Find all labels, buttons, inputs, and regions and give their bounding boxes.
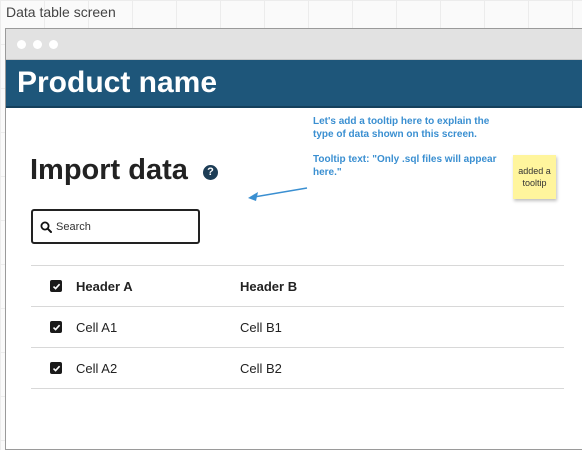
window-dot-icon (49, 39, 58, 49)
annotation-note: Let's add a tooltip here to explain the … (313, 115, 503, 191)
page-title: Import data (30, 154, 188, 186)
column-header-a[interactable]: Header A (76, 279, 240, 294)
sticky-note: added a tooltip (513, 155, 556, 199)
annotation-tooltip-text: Tooltip text: "Only .sql files will appe… (313, 154, 497, 178)
row-checkbox[interactable] (50, 362, 62, 374)
table-header-row: Header A Header B (31, 265, 564, 306)
sticky-note-text: added a tooltip (518, 166, 551, 188)
table-cell: Cell A2 (76, 360, 118, 376)
checkmark-icon (52, 365, 60, 372)
checkmark-icon (52, 283, 60, 290)
app-header: Product name (6, 60, 582, 108)
column-header-b[interactable]: Header B (240, 279, 297, 294)
window-titlebar (6, 29, 582, 60)
search-box[interactable] (31, 209, 200, 244)
help-icon[interactable]: ? (203, 165, 218, 180)
table-row: Cell A2 Cell B2 (31, 347, 564, 389)
product-name: Product name (17, 66, 218, 99)
annotation-text: Let's add a tooltip here to explain the … (313, 116, 490, 140)
select-all-checkbox[interactable] (50, 280, 62, 292)
data-table: Header A Header B Cell A1 Cell B1 Cell A… (31, 265, 564, 389)
screen-label: Data table screen (6, 4, 116, 20)
table-cell: Cell B2 (240, 360, 282, 376)
table-cell: Cell A1 (76, 319, 118, 335)
row-checkbox[interactable] (50, 321, 62, 333)
window-dot-icon (17, 39, 26, 49)
table-row: Cell A1 Cell B1 (31, 306, 564, 347)
window-dot-icon (33, 39, 42, 49)
search-input[interactable] (56, 220, 186, 233)
checkmark-icon (52, 324, 60, 331)
search-icon (40, 221, 52, 233)
table-cell: Cell B1 (240, 319, 282, 335)
